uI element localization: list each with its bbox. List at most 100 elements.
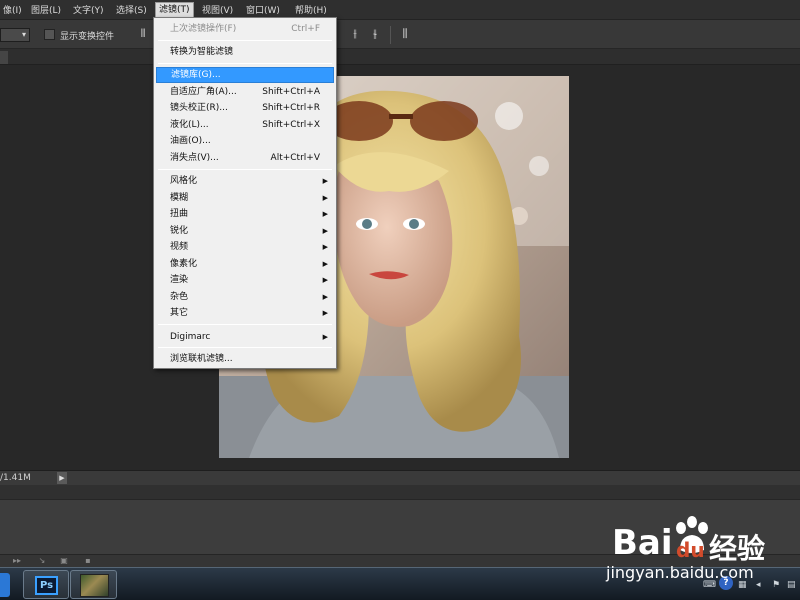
document-tab[interactable] — [0, 51, 8, 64]
menu-item-vanishing-point[interactable]: 消失点(V)... Alt+Ctrl+V — [156, 150, 334, 166]
menu-item-lens-correction[interactable]: 镜头校正(R)... Shift+Ctrl+R — [156, 100, 334, 116]
status-bar: /1.41M ▶ — [0, 470, 800, 485]
menu-item-label: 模糊 — [170, 193, 189, 203]
menu-view[interactable]: 视图(V) — [199, 4, 236, 18]
tray-item-icon[interactable]: ▤ — [787, 578, 796, 592]
menu-item-label: 杂色 — [170, 292, 189, 302]
photoshop-window: 像(I) 图层(L) 文字(Y) 选择(S) 滤镜(T) 视图(V) 窗口(W)… — [0, 0, 800, 600]
menu-layer[interactable]: 图层(L) — [28, 4, 64, 18]
menu-item-shortcut: Shift+Ctrl+A — [262, 87, 320, 97]
volume-icon[interactable]: ◂ — [756, 578, 761, 592]
trash-icon[interactable]: ▪ — [82, 556, 94, 566]
submenu-arrow-icon: ▶ — [322, 210, 328, 218]
menu-item-smart-filter[interactable]: 转换为智能滤镜 — [156, 44, 334, 60]
document-tab-strip — [0, 49, 800, 65]
menu-item-pixelate[interactable]: 像素化 ▶ — [156, 256, 334, 272]
menu-item-label: 上次滤镜操作(F) — [170, 24, 237, 34]
menu-separator — [158, 324, 332, 325]
submenu-arrow-icon: ▶ — [322, 227, 328, 235]
image-thumbnail-icon — [80, 574, 109, 597]
submenu-arrow-icon: ▶ — [322, 276, 328, 284]
filter-menu-dropdown: 上次滤镜操作(F) Ctrl+F 转换为智能滤镜 滤镜库(G)... 自适应广角… — [153, 17, 337, 369]
menu-select[interactable]: 选择(S) — [113, 4, 150, 18]
fast-forward-icon[interactable]: ▸▸ — [11, 556, 23, 566]
submenu-arrow-icon: ▶ — [322, 333, 328, 341]
auto-align-icon[interactable]: ⫼ — [398, 27, 412, 41]
menu-item-label: 油画(O)... — [170, 136, 211, 146]
taskbar-image-viewer[interactable] — [70, 570, 117, 599]
menu-item-render[interactable]: 渲染 ▶ — [156, 272, 334, 288]
submenu-arrow-icon: ▶ — [322, 177, 328, 185]
menu-item-stylize[interactable]: 风格化 ▶ — [156, 173, 334, 189]
menu-item-label: 消失点(V)... — [170, 153, 219, 163]
toolbar-divider — [390, 26, 391, 44]
submenu-arrow-icon: ▶ — [322, 293, 328, 301]
menu-separator — [158, 63, 332, 64]
submenu-arrow-icon: ▶ — [322, 309, 328, 317]
menu-item-distort[interactable]: 扭曲 ▶ — [156, 206, 334, 222]
menu-item-digimarc[interactable]: Digimarc ▶ — [156, 329, 334, 345]
menu-item-browse-filters-online[interactable]: 浏览联机滤镜... — [156, 351, 334, 367]
flag-icon[interactable]: ⚑ — [772, 578, 780, 592]
menu-item-sharpen[interactable]: 锐化 ▶ — [156, 223, 334, 239]
align-left-icon[interactable]: ⫴ — [136, 27, 150, 41]
submenu-arrow-icon: ▶ — [322, 260, 328, 268]
options-bar: ▾ 显示变换控件 ⫴ ⫲ ⫳ ⫼ — [0, 20, 800, 49]
menu-item-label: 渲染 — [170, 275, 189, 285]
watermark-brand-jingyan: 经验 — [709, 532, 766, 565]
menu-item-label: 锐化 — [170, 226, 189, 236]
menu-item-label: 像素化 — [170, 259, 198, 269]
menu-item-label: 其它 — [170, 308, 189, 318]
menu-item-shortcut: Alt+Ctrl+V — [270, 153, 320, 163]
menu-item-label: 自适应广角(A)... — [170, 87, 237, 97]
menu-item-adaptive-wide-angle[interactable]: 自适应广角(A)... Shift+Ctrl+A — [156, 84, 334, 100]
menu-item-last-filter: 上次滤镜操作(F) Ctrl+F — [156, 21, 334, 37]
menu-item-label: 浏览联机滤镜... — [170, 354, 233, 364]
menu-item-filter-gallery[interactable]: 滤镜库(G)... — [156, 67, 334, 83]
menu-image[interactable]: 像(I) — [0, 4, 25, 18]
panel-header-strip — [0, 485, 800, 500]
tool-preset-select[interactable]: ▾ — [0, 28, 30, 42]
menu-item-label: Digimarc — [170, 332, 211, 342]
chevron-down-icon: ▾ — [21, 30, 26, 39]
menu-separator — [158, 40, 332, 41]
menu-item-shortcut: Shift+Ctrl+X — [262, 120, 320, 130]
new-frame-icon[interactable]: ▣ — [58, 556, 70, 566]
menu-separator — [158, 347, 332, 348]
menu-item-label: 扭曲 — [170, 209, 189, 219]
document-size-readout: /1.41M — [0, 473, 31, 483]
menu-item-shortcut: Ctrl+F — [291, 24, 320, 34]
menu-item-liquify[interactable]: 液化(L)... Shift+Ctrl+X — [156, 117, 334, 133]
taskbar-photoshop[interactable]: Ps — [23, 570, 69, 599]
menu-item-blur[interactable]: 模糊 ▶ — [156, 190, 334, 206]
menu-item-other[interactable]: 其它 ▶ — [156, 305, 334, 321]
submenu-arrow-icon: ▶ — [322, 243, 328, 251]
menu-help[interactable]: 帮助(H) — [292, 4, 330, 18]
show-transform-label: 显示变换控件 — [60, 32, 115, 42]
distribute-right-icon[interactable]: ⫳ — [368, 27, 382, 41]
menu-item-shortcut: Shift+Ctrl+R — [262, 103, 320, 113]
menu-bar: 像(I) 图层(L) 文字(Y) 选择(S) 滤镜(T) 视图(V) 窗口(W)… — [0, 0, 800, 20]
watermark-brand-du: du — [676, 538, 705, 562]
menu-item-oil-paint[interactable]: 油画(O)... — [156, 133, 334, 149]
start-button[interactable] — [0, 573, 10, 597]
status-menu-button[interactable]: ▶ — [57, 472, 67, 484]
watermark-url: jingyan.baidu.com — [606, 563, 754, 582]
menu-item-video[interactable]: 视频 ▶ — [156, 239, 334, 255]
menu-window[interactable]: 窗口(W) — [243, 4, 283, 18]
distribute-center-icon[interactable]: ⫲ — [348, 27, 362, 41]
submenu-arrow-icon: ▶ — [322, 194, 328, 202]
menu-item-label: 风格化 — [170, 176, 198, 186]
show-transform-checkbox[interactable] — [44, 29, 55, 40]
photoshop-logo-icon: Ps — [35, 576, 58, 595]
tween-icon[interactable]: ↘ — [36, 556, 48, 566]
menu-item-noise[interactable]: 杂色 ▶ — [156, 289, 334, 305]
watermark-brand-bai: Bai — [612, 523, 673, 563]
menu-type[interactable]: 文字(Y) — [70, 4, 107, 18]
menu-separator — [158, 169, 332, 170]
menu-item-label: 滤镜库(G)... — [171, 70, 221, 80]
menu-item-label: 液化(L)... — [170, 120, 209, 130]
menu-item-label: 视频 — [170, 242, 189, 252]
menu-item-label: 镜头校正(R)... — [170, 103, 228, 113]
menu-item-label: 转换为智能滤镜 — [170, 47, 234, 57]
